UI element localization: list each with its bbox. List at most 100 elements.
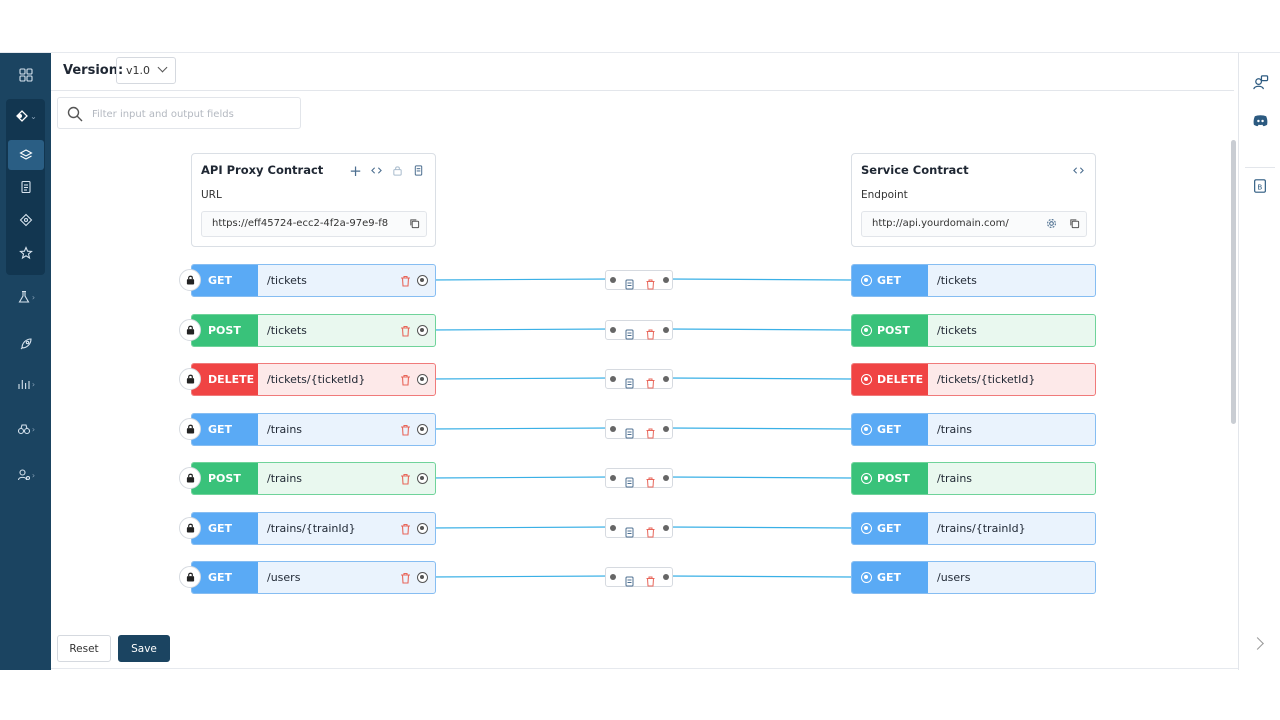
delete-icon[interactable] <box>400 325 411 337</box>
lock-icon[interactable] <box>179 418 201 440</box>
lock-icon[interactable] <box>179 368 201 390</box>
proxy-method-badge: POST <box>192 463 258 494</box>
save-button[interactable]: Save <box>118 635 170 662</box>
proxy-endpoint-row[interactable]: POST/tickets <box>191 314 436 347</box>
copy-icon[interactable] <box>408 217 421 230</box>
delete-icon[interactable] <box>400 424 411 436</box>
document-icon[interactable] <box>625 275 634 290</box>
user-chat-icon[interactable] <box>1251 73 1269 91</box>
connect-target-icon[interactable] <box>861 473 872 484</box>
delete-icon[interactable] <box>400 473 411 485</box>
mapping-policy-box[interactable] <box>605 518 673 538</box>
lock-icon[interactable] <box>179 467 201 489</box>
service-endpoint-row[interactable]: DELETE/tickets/{ticketId} <box>851 363 1096 396</box>
delete-icon[interactable] <box>646 325 655 340</box>
connect-target-icon[interactable] <box>861 275 872 286</box>
connect-target-icon[interactable] <box>861 523 872 534</box>
connect-target-icon[interactable] <box>861 325 872 336</box>
connect-target-icon[interactable] <box>417 473 428 484</box>
add-icon[interactable]: + <box>349 162 362 180</box>
proxy-endpoint-row[interactable]: GET/tickets <box>191 264 436 297</box>
connect-target-icon[interactable] <box>417 424 428 435</box>
document-icon[interactable] <box>625 523 634 538</box>
rail-divider <box>1245 167 1275 168</box>
user-settings-icon[interactable]: › <box>8 460 44 490</box>
binoculars-icon[interactable]: › <box>8 414 44 444</box>
delete-icon[interactable] <box>646 424 655 439</box>
lock-icon[interactable] <box>179 269 201 291</box>
lock-icon[interactable] <box>179 517 201 539</box>
lock-icon[interactable] <box>179 319 201 341</box>
delete-icon[interactable] <box>400 572 411 584</box>
code-icon[interactable] <box>370 164 383 177</box>
proxy-endpoint-row[interactable]: GET/users <box>191 561 436 594</box>
service-endpoint-row[interactable]: GET/trains/{trainId} <box>851 512 1096 545</box>
mapping-policy-box[interactable] <box>605 270 673 290</box>
service-endpoint-row[interactable]: GET/trains <box>851 413 1096 446</box>
lock-icon[interactable] <box>179 566 201 588</box>
proxy-endpoint-row[interactable]: GET/trains/{trainId} <box>191 512 436 545</box>
book-b-icon[interactable]: B <box>1251 177 1269 195</box>
delete-icon[interactable] <box>400 275 411 287</box>
document-icon[interactable] <box>625 374 634 389</box>
document-icon[interactable] <box>412 164 425 177</box>
mapping-policy-box[interactable] <box>605 419 673 439</box>
mapping-policy-box[interactable] <box>605 468 673 488</box>
connect-target-icon[interactable] <box>417 325 428 336</box>
endpoint-label: Endpoint <box>861 189 908 201</box>
proxy-endpoint-row[interactable]: POST/trains <box>191 462 436 495</box>
connect-target-icon[interactable] <box>861 374 872 385</box>
service-endpoint-row[interactable]: POST/tickets <box>851 314 1096 347</box>
connector-dot <box>610 525 616 531</box>
delete-icon[interactable] <box>400 374 411 386</box>
service-endpoint-row[interactable]: GET/users <box>851 561 1096 594</box>
document-icon[interactable] <box>625 424 634 439</box>
document-icon[interactable] <box>625 572 634 587</box>
service-endpoint-row[interactable]: GET/tickets <box>851 264 1096 297</box>
proxy-endpoint-row[interactable]: GET/trains <box>191 413 436 446</box>
connect-target-icon[interactable] <box>861 572 872 583</box>
document-icon[interactable] <box>8 172 44 202</box>
delete-icon[interactable] <box>646 523 655 538</box>
layers-icon[interactable] <box>8 140 44 170</box>
delete-icon[interactable] <box>646 275 655 290</box>
proxy-endpoint-row[interactable]: DELETE/tickets/{ticketId} <box>191 363 436 396</box>
code-icon[interactable] <box>1072 164 1085 177</box>
analytics-icon[interactable]: › <box>8 369 44 399</box>
document-icon[interactable] <box>625 473 634 488</box>
vertical-scrollbar[interactable] <box>1231 140 1236 424</box>
delete-icon[interactable] <box>646 473 655 488</box>
discord-icon[interactable] <box>1251 111 1269 129</box>
delete-icon[interactable] <box>646 572 655 587</box>
star-icon[interactable] <box>8 238 44 268</box>
proxy-path-label: /tickets <box>258 265 435 296</box>
lock-outline-icon[interactable] <box>391 164 404 177</box>
filter-input[interactable] <box>92 104 292 124</box>
url-field[interactable]: https://eff45724-ecc2-4f2a-97e9-f8 <box>201 211 427 237</box>
settings-icon[interactable] <box>1045 217 1058 230</box>
expand-panel-icon[interactable] <box>1251 637 1264 650</box>
version-select[interactable]: v1.0 <box>116 57 176 84</box>
service-method-cell: GET <box>852 562 928 593</box>
flask-icon[interactable]: › <box>8 282 44 312</box>
connect-target-icon[interactable] <box>417 374 428 385</box>
mapping-policy-box[interactable] <box>605 567 673 587</box>
dashboard-icon[interactable] <box>8 60 44 90</box>
document-icon[interactable] <box>625 325 634 340</box>
connect-target-icon[interactable] <box>417 523 428 534</box>
mapping-policy-box[interactable] <box>605 369 673 389</box>
reset-button[interactable]: Reset <box>57 635 111 662</box>
connect-target-icon[interactable] <box>417 572 428 583</box>
connect-target-icon[interactable] <box>861 424 872 435</box>
delete-icon[interactable] <box>646 374 655 389</box>
connector-dot <box>663 426 669 432</box>
delete-icon[interactable] <box>400 523 411 535</box>
connector-dot <box>610 475 616 481</box>
service-endpoint-row[interactable]: POST/trains <box>851 462 1096 495</box>
rocket-icon[interactable] <box>8 329 44 359</box>
connect-target-icon[interactable] <box>417 275 428 286</box>
transform-icon[interactable] <box>8 205 44 235</box>
api-proxy-menu-icon[interactable]: ⌄ <box>8 101 44 131</box>
copy-icon[interactable] <box>1068 217 1081 230</box>
mapping-policy-box[interactable] <box>605 320 673 340</box>
